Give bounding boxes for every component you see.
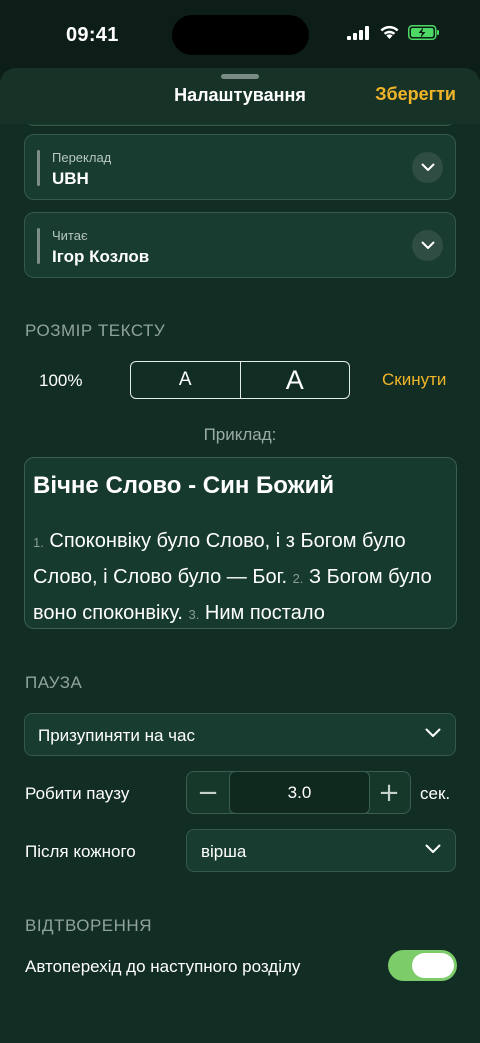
pause-duration-label: Робити паузу (25, 784, 130, 803)
chevron-down-icon[interactable] (412, 152, 443, 183)
pause-mode-select[interactable]: Призупиняти на час (24, 713, 456, 756)
translation-value: UBH (52, 169, 89, 188)
text-size-section-title: РОЗМІР ТЕКСТУ (25, 321, 166, 340)
text-size-segmented-control: A A (130, 361, 350, 399)
chevron-down-icon (425, 728, 441, 737)
reader-value: Ігор Козлов (52, 247, 150, 266)
decrease-text-size-button[interactable]: A (131, 362, 241, 398)
text-size-percent: 100% (39, 371, 83, 390)
reset-text-size-button[interactable]: Скинути (382, 370, 446, 390)
pause-unit-label: сек. (420, 784, 451, 803)
toggle-knob (412, 953, 454, 978)
translation-select[interactable]: Переклад UBH (24, 134, 456, 200)
verse-text: Ним постало (204, 602, 325, 624)
preview-title: Вічне Слово - Син Божий (33, 472, 335, 499)
signal-icon (347, 25, 369, 40)
example-label: Приклад: (203, 425, 277, 444)
chevron-down-icon[interactable] (412, 230, 443, 261)
settings-sheet: Переклад UBH Читає Ігор Козлов РОЗМІР ТЕ… (0, 68, 480, 1043)
pause-duration-input[interactable]: 3.0 (229, 771, 370, 814)
increment-button[interactable]: + (368, 772, 410, 813)
pause-mode-value: Призупиняти на час (38, 726, 195, 745)
battery-charging-icon (408, 25, 439, 40)
reader-label: Читає (52, 228, 88, 243)
autoadvance-label: Автоперехід до наступного розділу (25, 957, 301, 976)
save-button[interactable]: Зберегти (375, 84, 456, 105)
pause-section-title: ПАУЗА (25, 673, 83, 692)
pause-duration-stepper: − 3.0 + (186, 771, 411, 814)
pause-after-label: Після кожного (25, 842, 136, 861)
settings-content: Переклад UBH Читає Ігор Козлов РОЗМІР ТЕ… (0, 68, 480, 1043)
field-accent-bar (37, 228, 40, 264)
preview-text: 1. Споконвіку було Слово, і з Богом було… (33, 524, 448, 628)
status-icons (347, 25, 440, 40)
increase-text-size-button[interactable]: A (241, 362, 350, 398)
verse-number: 2. (292, 571, 304, 586)
sheet-header: Налаштування Зберегти (0, 68, 480, 124)
status-time: 09:41 (66, 24, 119, 46)
status-bar: 09:41 (0, 0, 480, 70)
pause-after-select[interactable]: вірша (186, 829, 456, 872)
verse-number: 1. (33, 535, 44, 550)
chevron-down-icon (425, 844, 441, 853)
reader-select[interactable]: Читає Ігор Козлов (24, 212, 456, 278)
playback-section-title: ВІДТВОРЕННЯ (25, 916, 152, 935)
sheet-grabber[interactable] (221, 74, 259, 79)
text-preview: Вічне Слово - Син Божий 1. Споконвіку бу… (24, 457, 457, 629)
wifi-icon (380, 25, 399, 39)
pause-after-value: вірша (201, 842, 247, 861)
verse-number: 3. (188, 607, 200, 622)
dynamic-island (172, 15, 309, 55)
translation-label: Переклад (52, 150, 112, 165)
autoadvance-toggle[interactable] (388, 950, 457, 981)
field-accent-bar (37, 150, 40, 186)
decrement-button[interactable]: − (187, 772, 229, 813)
